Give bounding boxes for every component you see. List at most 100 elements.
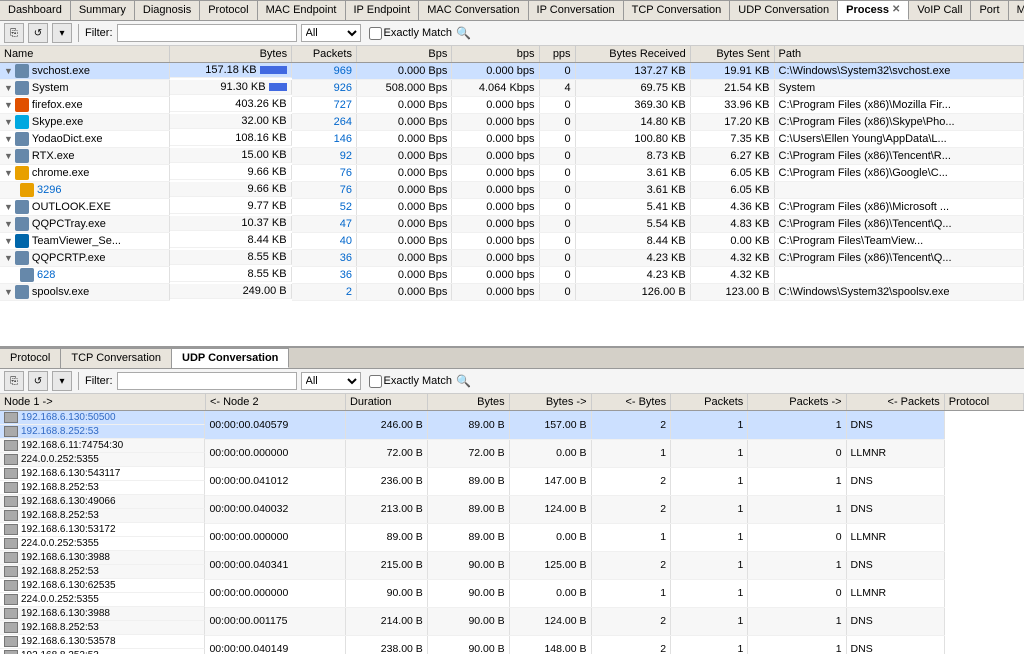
expand-icon[interactable]: ▼ [4, 236, 13, 246]
tab-port[interactable]: Port [971, 0, 1008, 20]
expand-icon[interactable]: ▼ [4, 168, 13, 178]
tab-ip-conversation[interactable]: IP Conversation [529, 0, 624, 20]
toolbar-btn-dropdown[interactable]: ▾ [52, 23, 72, 43]
toolbar-btn-2[interactable]: ↺ [28, 23, 48, 43]
tab-voip[interactable]: VoIP Call [909, 0, 971, 20]
tab-process[interactable]: Process ✕ [838, 0, 909, 20]
expand-icon[interactable]: ▼ [4, 151, 13, 161]
sent-cell: 7.35 KB [690, 131, 774, 148]
udp-col-protocol[interactable]: Protocol [944, 394, 1023, 411]
udp-col-bytes[interactable]: Bytes [427, 394, 509, 411]
expand-icon[interactable]: ▼ [4, 100, 13, 110]
udp-table-wrapper[interactable]: Node 1 -> <- Node 2 Duration Bytes Bytes… [0, 394, 1024, 654]
packets-cell: 264 [292, 114, 357, 131]
col-name[interactable]: Name [0, 46, 169, 63]
udp-toolbar-btn-dropdown[interactable]: ▾ [52, 371, 72, 391]
packets-cell: 1 [591, 523, 671, 551]
sub-tab-protocol[interactable]: Protocol [0, 348, 61, 368]
bps2-cell: 0.000 bps [452, 148, 539, 165]
process-name-text: System [32, 82, 69, 94]
bytes-cell: 157.18 KB [170, 63, 292, 78]
expand-icon[interactable]: ▼ [4, 134, 13, 144]
udp-col-packets[interactable]: Packets [671, 394, 748, 411]
col-bytes[interactable]: Bytes [169, 46, 291, 63]
process-name-text: OUTLOOK.EXE [32, 201, 111, 213]
tab-close-icon[interactable]: ✕ [892, 3, 900, 17]
udp-toolbar-btn-2[interactable]: ↺ [28, 371, 48, 391]
bytes-cell: 91.30 KB [170, 80, 292, 95]
filter-all-select[interactable]: All [301, 24, 361, 42]
col-path[interactable]: Path [774, 46, 1023, 63]
tab-tcp-conversation[interactable]: TCP Conversation [624, 0, 731, 20]
pkts-out-cell: 1 [671, 467, 748, 495]
sub-tab-udp-conversation[interactable]: UDP Conversation [172, 348, 289, 368]
node2-cell: 192.168.8.252:53 [0, 481, 205, 495]
process-icon [15, 115, 29, 129]
received-cell: 69.75 KB [575, 80, 690, 97]
exactly-match-checkbox[interactable] [369, 27, 382, 40]
tab-mac-conversation[interactable]: MAC Conversation [419, 0, 528, 20]
packets-cell: 1 [591, 439, 671, 467]
protocol-cell: LLMNR [846, 579, 944, 607]
tab-summary[interactable]: Summary [71, 0, 135, 20]
udp-col-bytes-in[interactable]: <- Bytes [591, 394, 671, 411]
tab-protocol[interactable]: Protocol [200, 0, 257, 20]
bytes-in-cell: 157.00 B [509, 411, 591, 440]
computer-icon [4, 524, 18, 535]
packets-cell: 76 [292, 165, 357, 182]
expand-icon[interactable]: ▼ [4, 202, 13, 212]
bytes-cell: 215.00 B [345, 551, 427, 579]
expand-icon[interactable]: ▼ [4, 287, 13, 297]
pps-cell: 0 [539, 63, 575, 80]
udp-toolbar-btn-1[interactable]: ⎘ [4, 371, 24, 391]
bps2-cell: 0.000 bps [452, 97, 539, 114]
process-name-cell: ▼svchost.exe [0, 63, 169, 80]
tab-udp-conversation[interactable]: UDP Conversation [730, 0, 838, 20]
tab-matrix[interactable]: Matrix [1009, 0, 1024, 20]
bps2-cell: 0.000 bps [452, 216, 539, 233]
expand-icon[interactable]: ▼ [4, 219, 13, 229]
col-bps2[interactable]: bps [452, 46, 539, 63]
process-name-cell: ▼spoolsv.exe [0, 284, 169, 301]
udp-filter-input[interactable] [117, 372, 297, 390]
col-packets[interactable]: Packets [292, 46, 357, 63]
udp-col-bytes-out[interactable]: Bytes -> [509, 394, 591, 411]
sent-cell: 6.05 KB [690, 165, 774, 182]
udp-col-pkts-out[interactable]: Packets -> [748, 394, 846, 411]
pkts-in-cell: 1 [748, 467, 846, 495]
process-icon [15, 81, 29, 95]
expand-icon[interactable]: ▼ [4, 66, 13, 76]
udp-filter-all-select[interactable]: All [301, 372, 361, 390]
udp-exactly-match-checkbox[interactable] [369, 375, 382, 388]
bytes-in-cell: 124.00 B [509, 607, 591, 635]
col-sent[interactable]: Bytes Sent [690, 46, 774, 63]
udp-col-pkts-in[interactable]: <- Packets [846, 394, 944, 411]
process-name-cell: ▼Skype.exe [0, 114, 169, 131]
tab-mac-endpoint[interactable]: MAC Endpoint [258, 0, 346, 20]
tab-diagnosis[interactable]: Diagnosis [135, 0, 200, 20]
expand-icon[interactable]: ▼ [4, 117, 13, 127]
col-bps[interactable]: Bps [356, 46, 451, 63]
udp-col-duration[interactable]: Duration [345, 394, 427, 411]
bytes-value: 9.66 KB [247, 166, 286, 178]
toolbar-btn-1[interactable]: ⎘ [4, 23, 24, 43]
filter-input[interactable] [117, 24, 297, 42]
process-table-wrapper[interactable]: Name Bytes Packets Bps bps pps Bytes Rec… [0, 46, 1024, 346]
packets-cell: 926 [292, 80, 357, 97]
col-pps[interactable]: pps [539, 46, 575, 63]
expand-icon[interactable]: ▼ [4, 83, 13, 93]
col-received[interactable]: Bytes Received [575, 46, 690, 63]
tab-ip-endpoint[interactable]: IP Endpoint [346, 0, 420, 20]
sub-tab-tcp-conversation[interactable]: TCP Conversation [61, 348, 172, 368]
process-name-text: 628 [37, 269, 55, 281]
expand-icon[interactable]: ▼ [4, 253, 13, 263]
duration-cell: 00:00:00.000000 [205, 579, 345, 607]
bps-cell: 0.000 Bps [356, 233, 451, 250]
pkts-in-cell: 1 [748, 495, 846, 523]
bps-cell: 0.000 Bps [356, 250, 451, 267]
udp-col-node2[interactable]: <- Node 2 [205, 394, 345, 411]
pkts-out-cell: 1 [671, 551, 748, 579]
udp-col-node1[interactable]: Node 1 -> [0, 394, 205, 411]
packets-cell: 146 [292, 131, 357, 148]
tab-dashboard[interactable]: Dashboard [0, 0, 71, 20]
